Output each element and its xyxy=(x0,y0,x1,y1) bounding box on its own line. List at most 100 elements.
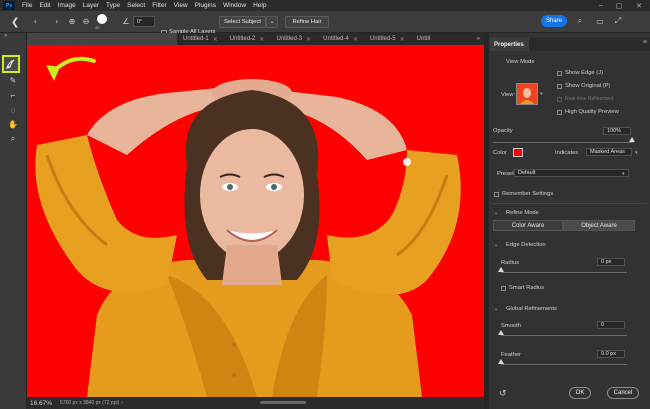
brush-tool-icon[interactable]: ⌐ xyxy=(6,90,20,101)
close-icon[interactable]: ✕ xyxy=(632,0,646,11)
preset-label: Preset xyxy=(497,171,514,177)
show-edge-checkbox[interactable] xyxy=(557,71,562,76)
object-aware-button[interactable]: Object Aware xyxy=(563,220,635,231)
radius-field[interactable]: 0 px xyxy=(597,258,625,266)
brush-size-value: 40 xyxy=(95,25,100,30)
smooth-slider-track[interactable] xyxy=(501,335,627,336)
maximize-icon[interactable]: ▢ xyxy=(612,0,626,11)
brush-size-icon[interactable]: ⊕ xyxy=(66,15,78,27)
feather-slider-thumb[interactable] xyxy=(498,359,504,364)
tab-untitled-2[interactable]: Untitled-2 ✕ xyxy=(224,33,271,45)
close-icon[interactable]: ✕ xyxy=(400,36,405,43)
panel-menu-icon[interactable]: ≡ xyxy=(643,39,647,46)
smooth-field[interactable]: 0 xyxy=(597,321,625,329)
ok-button[interactable]: OK xyxy=(569,387,591,399)
menu-filter[interactable]: Filter xyxy=(152,2,166,9)
doc-info-chevron-icon[interactable]: › xyxy=(121,400,123,406)
lasso-tool-icon[interactable]: ◌ xyxy=(6,105,20,116)
expand-icon[interactable]: ⤢ xyxy=(612,15,624,27)
remember-settings-label: Remember Settings xyxy=(502,191,554,197)
zoom-level[interactable]: 16.67% xyxy=(30,400,52,407)
remember-settings-checkbox[interactable] xyxy=(494,192,499,197)
select-subject-button[interactable]: Select Subject xyxy=(219,16,266,28)
more-tabs-icon[interactable]: » xyxy=(477,36,480,42)
document-canvas[interactable] xyxy=(27,45,484,397)
tab-properties[interactable]: Properties xyxy=(489,38,529,51)
show-edge-label: Show Edge (J) xyxy=(565,70,604,76)
indicates-select[interactable]: Masked Areas xyxy=(586,148,632,156)
close-icon[interactable]: ✕ xyxy=(353,36,358,43)
feather-slider-track[interactable] xyxy=(501,364,627,365)
feather-field[interactable]: 0.0 px xyxy=(597,350,625,358)
view-mode-dropdown-icon[interactable]: ▾ xyxy=(540,91,543,97)
menu-file[interactable]: File xyxy=(22,2,32,9)
menu-help[interactable]: Help xyxy=(253,2,266,9)
workspace-icon[interactable]: ▭ xyxy=(594,15,606,27)
menu-select[interactable]: Select xyxy=(127,2,145,9)
color-aware-button[interactable]: Color Aware xyxy=(493,220,563,231)
view-mode-thumbnail[interactable] xyxy=(516,83,538,105)
select-subject-dropdown[interactable]: ⌄ xyxy=(266,16,278,28)
global-refinements-chevron-icon[interactable]: ⌄ xyxy=(494,306,498,312)
menu-layer[interactable]: Layer xyxy=(83,2,99,9)
tab-untitled-3[interactable]: Untitled-3 ✕ xyxy=(270,33,317,45)
angle-icon: ∠ xyxy=(122,16,130,26)
close-icon[interactable]: ✕ xyxy=(259,36,264,43)
smooth-slider-thumb[interactable] xyxy=(498,330,504,335)
refine-hair-button[interactable]: Refine Hair xyxy=(285,16,329,28)
toolbar-collapse-icon[interactable]: » xyxy=(4,33,7,39)
preset-dropdown-icon[interactable]: ▾ xyxy=(622,171,625,177)
subtract-from-selection-icon[interactable]: ◑ xyxy=(50,15,62,27)
smart-radius-checkbox[interactable] xyxy=(501,286,506,291)
horizontal-scrollbar[interactable] xyxy=(260,401,306,404)
search-icon[interactable]: ⌕ xyxy=(574,15,586,27)
close-icon[interactable]: ✕ xyxy=(306,36,311,43)
view-label: View: xyxy=(501,92,516,98)
minimize-icon[interactable]: – xyxy=(594,0,608,11)
tab-label: Untitled-4 xyxy=(323,36,349,42)
tab-current-document[interactable]: ········································ xyxy=(27,33,177,45)
edge-detection-chevron-icon[interactable]: ⌄ xyxy=(494,242,498,248)
back-chevron-icon[interactable]: ❮ xyxy=(11,11,19,33)
view-mode-label: View Mode xyxy=(506,59,535,65)
share-button[interactable]: Share xyxy=(541,15,567,27)
reset-icon[interactable]: ↺ xyxy=(499,388,507,399)
menu-window[interactable]: Window xyxy=(223,2,246,9)
menu-plugins[interactable]: Plugins xyxy=(195,2,216,9)
realtime-refinement-label: Real-time Refinement xyxy=(565,96,614,102)
opacity-field[interactable]: 100% xyxy=(603,127,631,135)
opacity-slider-track[interactable] xyxy=(493,142,633,143)
document-tabs: ········································… xyxy=(27,33,484,45)
preset-select[interactable]: Default xyxy=(514,169,629,177)
show-original-checkbox[interactable] xyxy=(557,84,562,89)
cancel-button[interactable]: Cancel xyxy=(607,387,639,399)
radius-slider-thumb[interactable] xyxy=(498,267,504,272)
overlay-color-swatch[interactable] xyxy=(513,148,523,157)
menu-image[interactable]: Image xyxy=(58,2,76,9)
brush-mode-icon[interactable]: ⊖ xyxy=(80,15,92,27)
edge-detection-label: Edge Detection xyxy=(506,242,546,248)
add-to-selection-icon[interactable]: ◐ xyxy=(30,15,42,27)
opacity-slider-thumb[interactable] xyxy=(629,137,635,142)
quick-selection-tool-icon[interactable] xyxy=(2,55,20,73)
high-quality-preview-checkbox[interactable] xyxy=(557,110,562,115)
angle-field[interactable]: 0° xyxy=(133,16,155,27)
hand-tool-icon[interactable]: ✋ xyxy=(6,119,20,130)
tab-untitled-4[interactable]: Untitled-4 ✕ xyxy=(317,33,364,45)
tab-untitled-6[interactable]: Untitl xyxy=(411,33,437,45)
menu-view[interactable]: View xyxy=(174,2,188,9)
tab-label: Untitled-3 xyxy=(276,36,303,42)
radius-slider-track[interactable] xyxy=(501,272,627,273)
document-info[interactable]: 5760 px x 3840 px (72 ppi) xyxy=(60,400,119,406)
menu-type[interactable]: Type xyxy=(106,2,120,9)
menu-edit[interactable]: Edit xyxy=(39,2,50,9)
smart-radius-label: Smart Radius xyxy=(509,285,545,291)
close-icon[interactable]: ✕ xyxy=(213,36,218,43)
tab-untitled-5[interactable]: Untitled-5 ✕ xyxy=(364,33,411,45)
tab-untitled-1[interactable]: Untitled-1 ✕ xyxy=(177,33,224,45)
indicates-dropdown-icon[interactable]: ▾ xyxy=(635,150,638,156)
refine-mode-chevron-icon[interactable]: ⌄ xyxy=(494,210,498,216)
refine-edge-brush-icon[interactable]: ✎ xyxy=(6,75,20,86)
brush-preview-icon[interactable] xyxy=(97,14,107,24)
zoom-tool-icon[interactable]: ⌕ xyxy=(6,133,20,144)
